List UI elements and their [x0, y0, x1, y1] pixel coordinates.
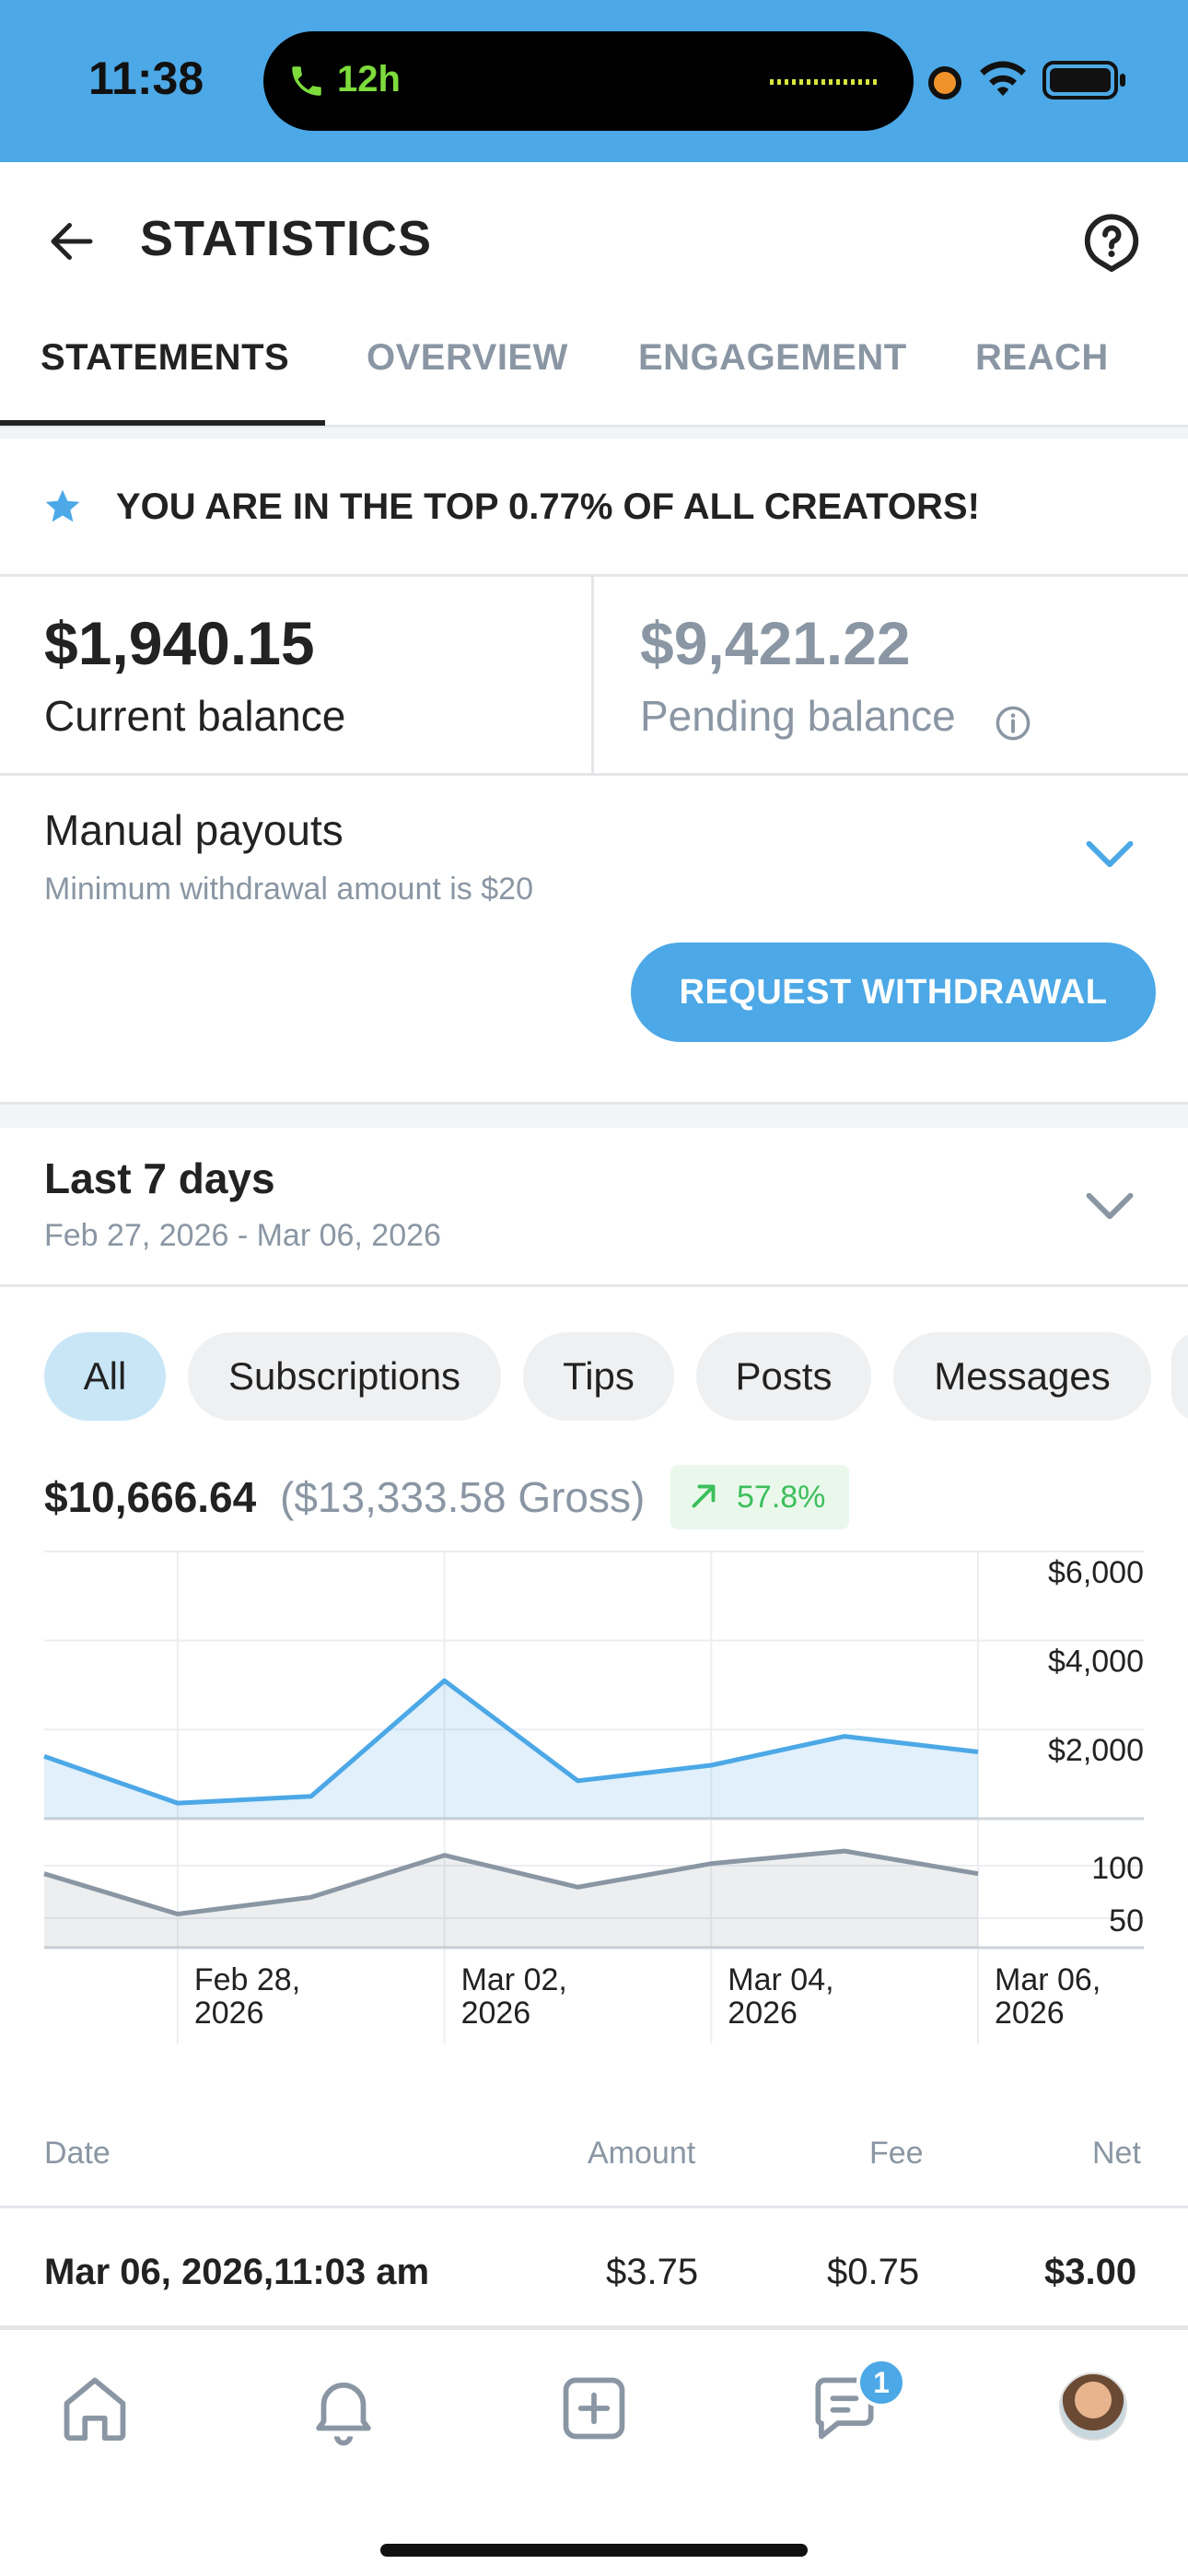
row-fee: $0.75	[827, 2252, 920, 2292]
table-header-net: Net	[1092, 2136, 1141, 2171]
chevron-down-icon[interactable]	[1085, 838, 1135, 870]
total-gross: ($13,333.58 Gross)	[280, 1473, 646, 1521]
home-indicator[interactable]	[380, 2544, 808, 2557]
bottom-navigation: 1	[0, 2328, 1188, 2576]
section-divider	[0, 427, 1188, 439]
y-tick-label: $6,000	[1048, 1555, 1144, 1590]
filter-chip-subscriptions[interactable]: Subscriptions	[188, 1332, 501, 1421]
filter-chip-more[interactable]	[1171, 1332, 1188, 1421]
privacy-indicator-icon	[928, 66, 961, 100]
add-post-icon[interactable]	[554, 2369, 634, 2448]
help-icon[interactable]	[1079, 210, 1144, 275]
back-arrow-icon[interactable]	[44, 214, 99, 269]
divider	[0, 1284, 1188, 1287]
total-net: $10,666.64	[44, 1473, 257, 1521]
pending-balance-amount: $9,421.22	[640, 609, 911, 677]
tab-overview[interactable]: OVERVIEW	[367, 337, 568, 379]
status-time: 11:38	[88, 53, 204, 104]
current-balance-card: $1,940.15 Current balance	[0, 577, 594, 776]
row-amount: $3.75	[606, 2252, 699, 2292]
x-tick-label: Mar 04,	[728, 1962, 833, 1997]
y-tick-label: 50	[1109, 1903, 1144, 1938]
chevron-down-icon[interactable]	[1085, 1190, 1135, 1222]
top-creator-banner: YOU ARE IN THE TOP 0.77% OF ALL CREATORS…	[0, 439, 1188, 577]
earnings-chart: $6,000$4,000$2,00010050Feb 28,2026Mar 02…	[43, 1551, 1144, 2043]
period-range: Feb 27, 2026 - Mar 06, 2026	[44, 1218, 441, 1253]
change-percent: 57.8%	[737, 1480, 826, 1515]
tab-reach[interactable]: REACH	[975, 337, 1109, 379]
divider	[0, 2206, 1188, 2208]
info-icon[interactable]	[994, 704, 1032, 743]
current-balance-amount: $1,940.15	[44, 609, 315, 677]
row-date: Mar 06, 2026,11:03 am	[44, 2252, 430, 2292]
table-header-date: Date	[44, 2136, 111, 2171]
tab-statements[interactable]: STATEMENTS	[41, 337, 289, 379]
y-tick-label: $4,000	[1048, 1645, 1144, 1680]
avatar[interactable]	[1059, 2372, 1127, 2441]
payouts-subtitle: Minimum withdrawal amount is $20	[44, 872, 533, 907]
x-tick-label: Feb 28,	[194, 1962, 300, 1997]
status-bar: 11:38 12h	[0, 0, 1188, 162]
messages-badge: 1	[856, 2358, 906, 2407]
section-divider	[0, 1102, 1188, 1128]
phone-icon	[292, 66, 321, 96]
bell-icon[interactable]	[304, 2369, 383, 2448]
pending-balance-card: $9,421.22 Pending balance	[594, 577, 1188, 776]
x-tick-label: Mar 02,	[461, 1962, 567, 1997]
filter-chip-all[interactable]: All	[44, 1332, 166, 1421]
star-icon	[45, 489, 80, 522]
y-tick-label: $2,000	[1048, 1733, 1144, 1768]
filter-chip-tips[interactable]: Tips	[523, 1332, 674, 1421]
home-icon[interactable]	[55, 2369, 134, 2448]
pending-balance-label: Pending balance	[640, 692, 956, 740]
audio-waveform-icon	[770, 79, 877, 85]
x-tick-label: 2026	[995, 1996, 1065, 2031]
page-title: STATISTICS	[140, 211, 432, 266]
x-tick-label: Mar 06,	[995, 1962, 1101, 1997]
x-tick-label: 2026	[461, 1996, 531, 2031]
y-tick-label: 100	[1091, 1851, 1144, 1886]
series-area	[44, 1680, 978, 1819]
battery-icon	[1042, 61, 1125, 100]
table-header-fee: Fee	[869, 2136, 924, 2171]
x-tick-label: 2026	[194, 1996, 264, 2031]
row-net: $3.00	[1044, 2252, 1137, 2292]
change-badge: 57.8%	[670, 1465, 849, 1529]
statistics-tabs: STATEMENTS OVERVIEW ENGAGEMENT REACH	[0, 322, 1188, 427]
banner-text: YOU ARE IN THE TOP 0.77% OF ALL CREATORS…	[116, 486, 980, 527]
trend-up-arrow-icon	[692, 1484, 716, 1508]
filter-chip-messages[interactable]: Messages	[893, 1332, 1151, 1421]
request-withdrawal-button[interactable]: REQUEST WITHDRAWAL	[631, 943, 1156, 1042]
payouts-title: Manual payouts	[44, 806, 344, 854]
wifi-icon	[980, 61, 1026, 97]
x-tick-label: 2026	[728, 1996, 798, 2031]
active-tab-indicator	[0, 420, 325, 426]
filter-chip-posts[interactable]: Posts	[696, 1332, 871, 1421]
period-title[interactable]: Last 7 days	[44, 1153, 275, 1203]
current-balance-label: Current balance	[44, 692, 346, 740]
call-duration: 12h	[337, 59, 401, 100]
table-header-amount: Amount	[588, 2136, 696, 2171]
tab-engagement[interactable]: ENGAGEMENT	[638, 337, 907, 379]
